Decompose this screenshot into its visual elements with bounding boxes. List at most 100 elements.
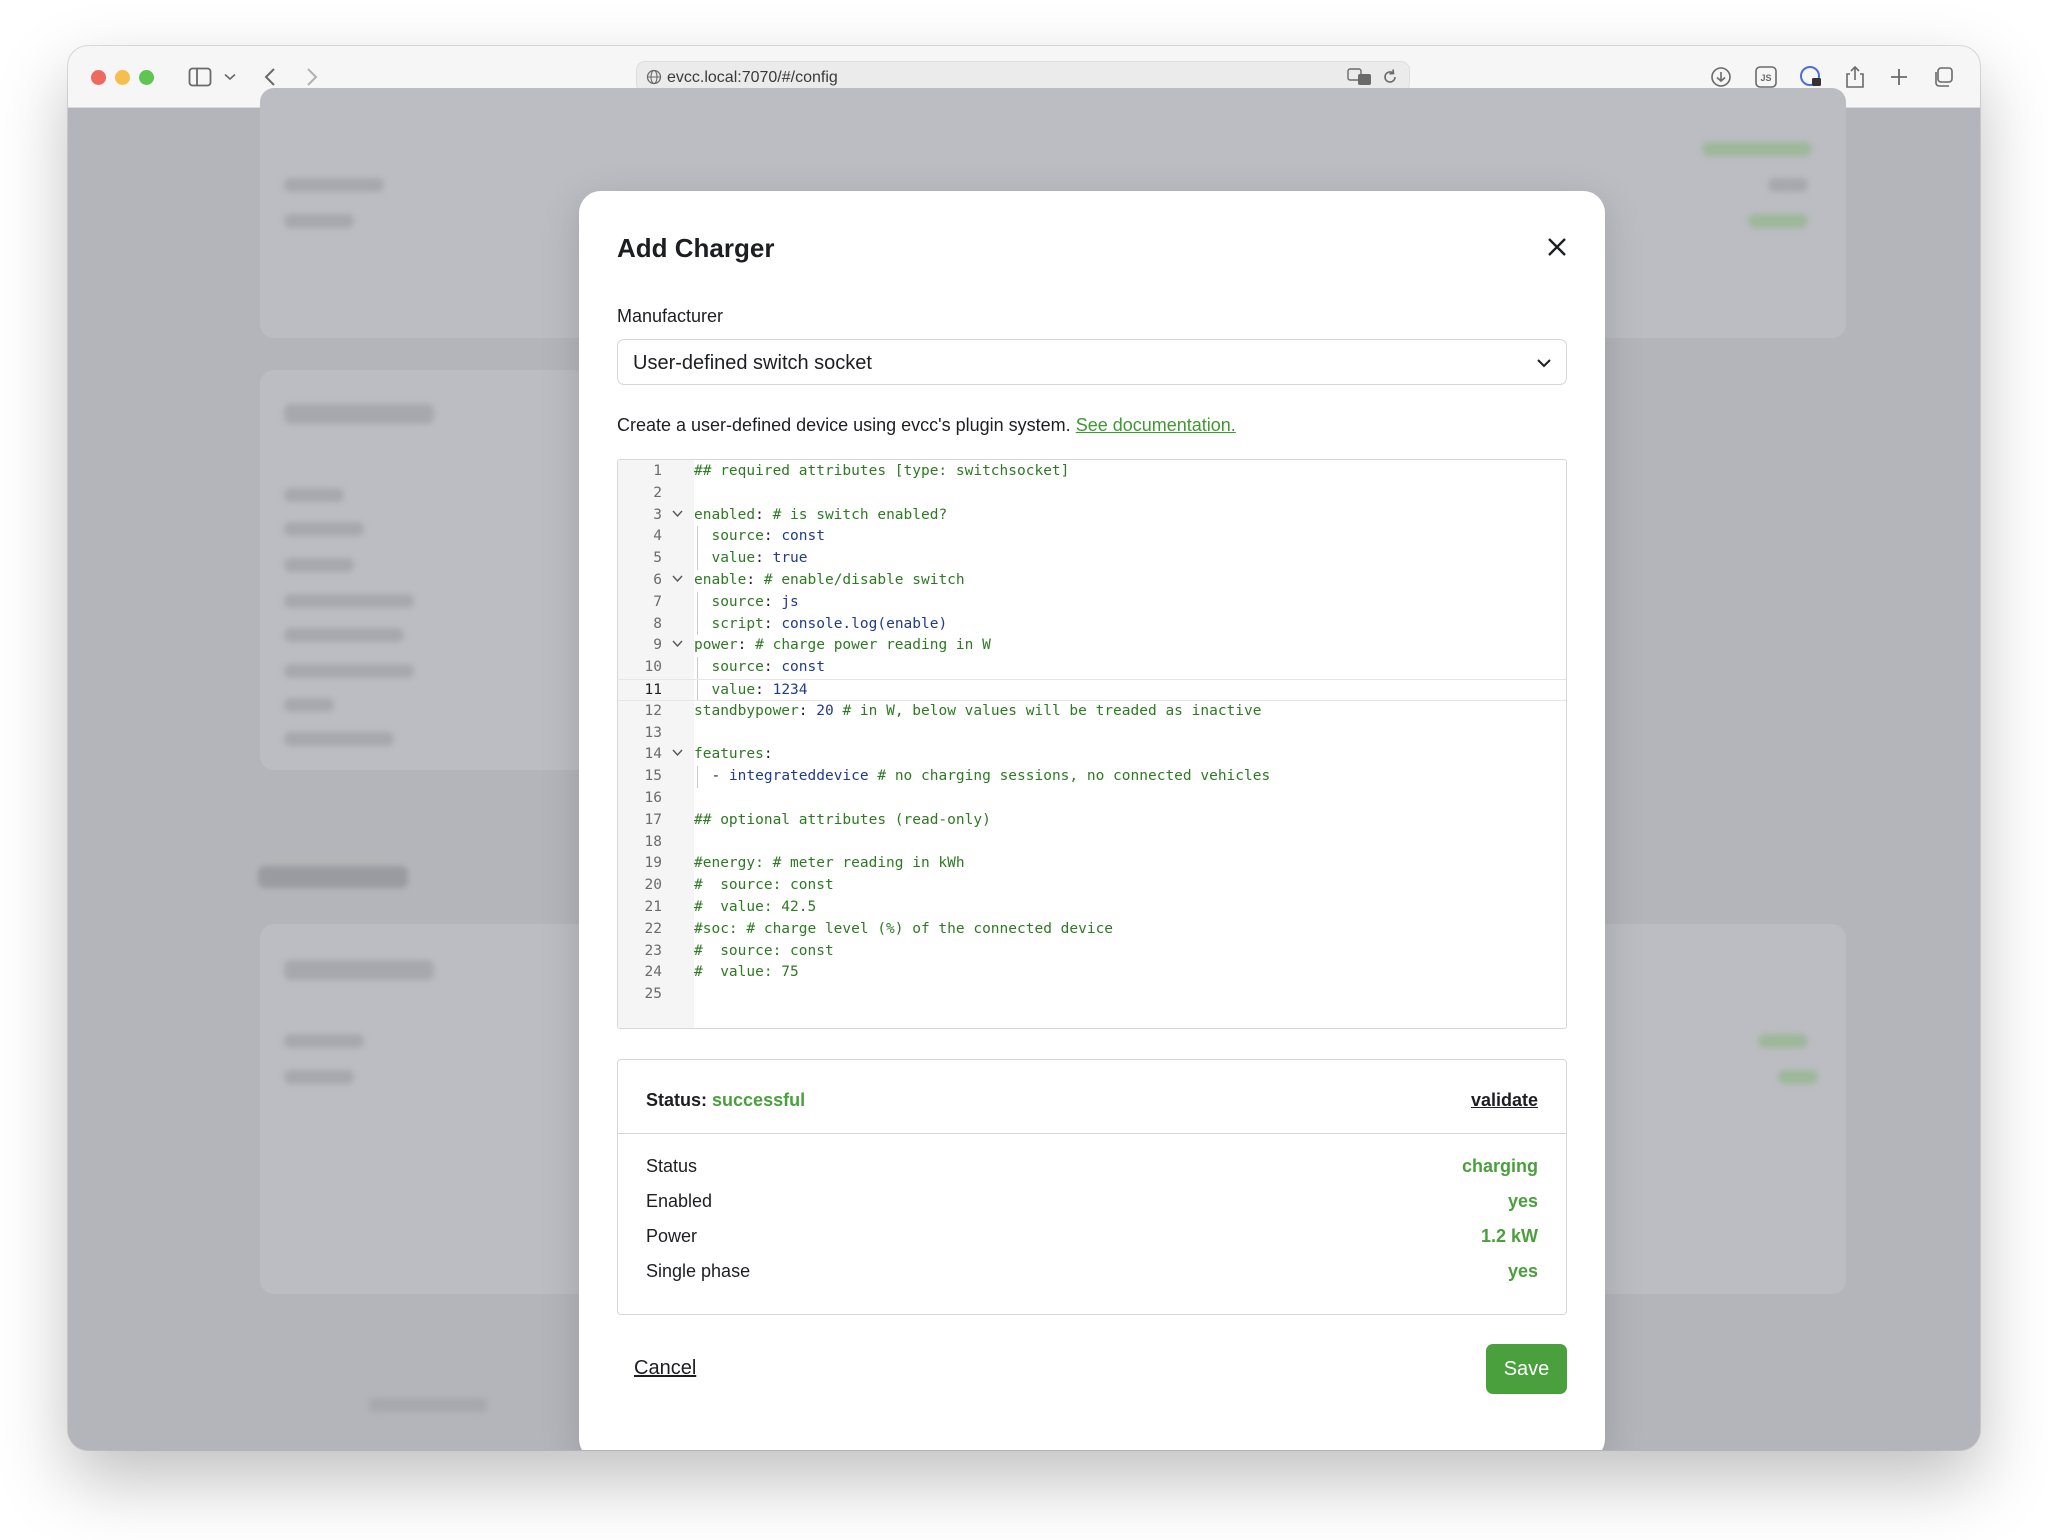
close-window-button[interactable] — [91, 70, 106, 85]
minimize-window-button[interactable] — [115, 70, 130, 85]
line-number: 3 — [653, 506, 662, 523]
code-line[interactable]: 1 ## required attributes [type: switchsoc… — [618, 461, 1566, 483]
code-text: value: 1234 — [711, 682, 808, 698]
line-number: 15 — [644, 768, 662, 785]
status-label: Status: successful — [646, 1090, 806, 1110]
code-line[interactable]: 10 source: const — [618, 657, 1566, 679]
code-line[interactable]: 19 #energy: # meter reading in kWh — [618, 853, 1566, 875]
line-number: 1 — [653, 463, 662, 479]
code-line[interactable]: 11 value: 1234 — [618, 679, 1566, 701]
code-editor[interactable]: 1 ## required attributes [type: switchsoc… — [617, 459, 1567, 1029]
fold-chevron-icon[interactable] — [671, 745, 684, 767]
fold-chevron-icon[interactable] — [671, 636, 684, 658]
validate-button[interactable]: validate — [1471, 1090, 1538, 1111]
code-text: # value: 42.5 — [694, 899, 817, 915]
code-line[interactable]: 6 enable: # enable/disable switch — [618, 570, 1566, 592]
fold-chevron-icon[interactable] — [671, 506, 684, 528]
code-text: script: console.log(enable) — [711, 615, 948, 632]
row-key: Enabled — [646, 1191, 713, 1211]
code-line[interactable]: 5 value: true — [618, 548, 1566, 570]
chevron-down-icon[interactable] — [222, 62, 238, 92]
code-line[interactable]: 16 — [618, 788, 1566, 810]
line-number: 25 — [644, 986, 662, 1003]
documentation-link[interactable]: See documentation. — [1076, 415, 1236, 435]
line-number: 22 — [644, 920, 662, 937]
code-text: #energy: # meter reading in kWh — [694, 855, 965, 872]
line-number: 20 — [644, 877, 662, 894]
close-icon[interactable] — [1545, 235, 1569, 259]
code-text: power: # charge power reading in W — [694, 637, 991, 654]
row-value: yes — [1507, 1261, 1538, 1281]
row-key: Single phase — [646, 1261, 751, 1281]
code-text: # source: const — [694, 877, 834, 894]
code-text: value: true — [711, 550, 808, 567]
line-number: 21 — [644, 899, 662, 915]
code-line[interactable]: 15 - integrateddevice # no charging sess… — [618, 766, 1566, 788]
status-row: Enabled yes — [646, 1191, 1538, 1217]
line-number: 10 — [644, 659, 662, 676]
status-row: Status charging — [646, 1156, 1538, 1182]
code-line[interactable]: 25 — [618, 984, 1566, 1006]
row-value: 1.2 kW — [1480, 1226, 1538, 1246]
share-icon[interactable] — [1842, 62, 1868, 92]
code-text: ## required attributes [type: switchsock… — [694, 463, 1070, 479]
code-line[interactable]: 14 features: — [618, 744, 1566, 766]
code-line[interactable]: 9 power: # charge power reading in W — [618, 635, 1566, 657]
code-line[interactable]: 18 — [618, 832, 1566, 854]
code-line[interactable]: 21 # value: 42.5 — [618, 897, 1566, 919]
code-text: enabled: # is switch enabled? — [694, 506, 948, 523]
code-text: #soc: # charge level (%) of the connecte… — [694, 920, 1114, 937]
status-panel: Status: successful validate Status charg… — [617, 1059, 1567, 1315]
code-text: source: js — [711, 593, 799, 610]
line-number: 8 — [653, 615, 662, 632]
cancel-button[interactable]: Cancel — [634, 1357, 696, 1380]
globe-icon — [646, 69, 662, 90]
fold-chevron-icon[interactable] — [671, 571, 684, 593]
add-charger-modal: Add Charger Manufacturer User-defined sw… — [579, 191, 1605, 1450]
code-line[interactable]: 17 ## optional attributes (read-only) — [618, 810, 1566, 832]
tab-overview-icon[interactable] — [1930, 62, 1956, 92]
row-value: yes — [1507, 1191, 1538, 1211]
code-line[interactable]: 2 — [618, 483, 1566, 505]
code-line[interactable]: 23 # source: const — [618, 941, 1566, 963]
manufacturer-value: User-defined switch socket — [633, 352, 872, 374]
manufacturer-select[interactable]: User-defined switch socket — [617, 339, 1567, 385]
line-number: 12 — [644, 702, 662, 719]
status-value: successful — [712, 1090, 806, 1110]
line-number: 6 — [653, 572, 662, 588]
status-row: Power 1.2 kW — [646, 1226, 1538, 1252]
new-tab-icon[interactable] — [1886, 62, 1912, 92]
line-number: 4 — [653, 528, 662, 545]
line-number: 23 — [644, 942, 662, 959]
line-number: 5 — [653, 550, 662, 567]
row-key: Power — [646, 1226, 698, 1246]
code-line[interactable]: 7 source: js — [618, 591, 1566, 614]
row-key: Status — [646, 1156, 698, 1176]
code-text: features: — [694, 746, 773, 763]
code-line[interactable]: 3 enabled: # is switch enabled? — [618, 505, 1566, 527]
line-number: 17 — [644, 811, 662, 828]
line-number: 16 — [644, 790, 662, 806]
code-text: source: const — [711, 528, 825, 545]
code-line[interactable]: 4 source: const — [618, 526, 1566, 549]
line-number: 13 — [644, 724, 662, 741]
code-line[interactable]: 13 — [618, 723, 1566, 745]
sidebar-toggle-icon[interactable] — [186, 62, 214, 92]
status-header: Status: successful validate — [618, 1060, 1566, 1134]
code-line[interactable]: 20 # source: const — [618, 875, 1566, 897]
code-text: enable: # enable/disable switch — [694, 572, 965, 588]
code-line[interactable]: 12 standbypower: 20 # in W, below values … — [618, 701, 1566, 723]
zoom-window-button[interactable] — [139, 70, 154, 85]
line-number: 18 — [644, 833, 662, 850]
line-number: 14 — [644, 746, 662, 763]
code-line[interactable]: 22 #soc: # charge level (%) of the connec… — [618, 919, 1566, 941]
line-number: 9 — [653, 637, 662, 654]
code-text: # value: 75 — [694, 964, 799, 981]
code-line[interactable]: 24 # value: 75 — [618, 962, 1566, 984]
code-line[interactable]: 8 script: console.log(enable) — [618, 613, 1566, 636]
save-button[interactable]: Save — [1486, 1344, 1567, 1394]
svg-text:JS: JS — [1760, 73, 1771, 83]
line-number: 7 — [653, 593, 662, 610]
code-text: standbypower: 20 # in W, below values wi… — [694, 702, 1262, 719]
line-number: 24 — [644, 964, 662, 981]
